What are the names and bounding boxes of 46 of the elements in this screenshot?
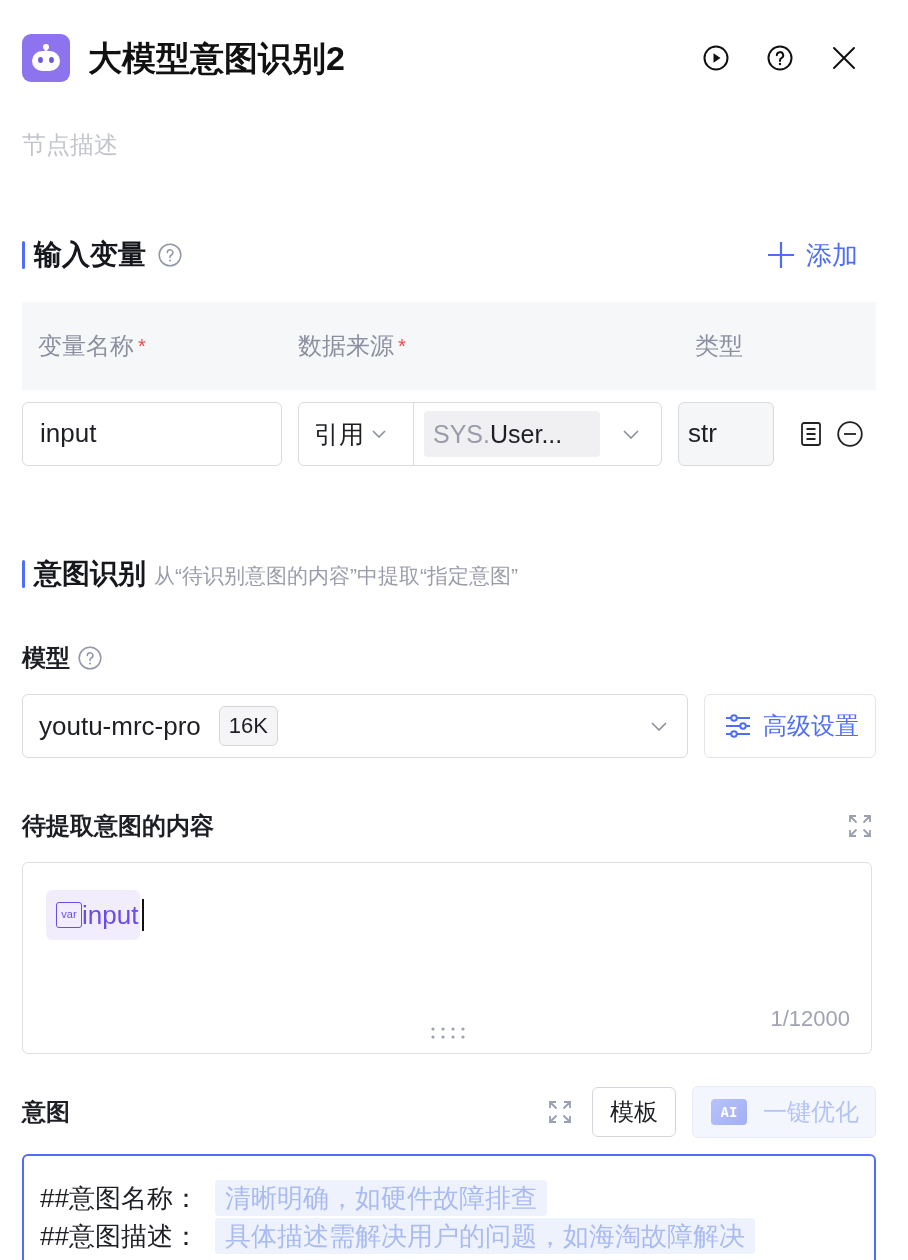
sliders-icon: [725, 714, 751, 738]
variable-name-field[interactable]: input: [22, 402, 282, 466]
intent-hint: 具体描述需解决用户的问题，如海淘故障解决: [214, 1218, 755, 1254]
add-button[interactable]: 添加: [768, 238, 858, 272]
type-field: str: [678, 402, 774, 466]
column-header: 类型: [694, 331, 744, 361]
intent-line-label: ##意图名称：: [40, 1182, 199, 1215]
section-title: 输入变量: [34, 238, 146, 272]
node-title: 大模型意图识别2: [88, 38, 345, 79]
description-field[interactable]: 节点描述: [22, 129, 126, 161]
model-select[interactable]: youtu-mrc-pro 16K: [22, 694, 688, 758]
template-button[interactable]: 模板: [592, 1087, 676, 1137]
intent-line-label: ##意图描述：: [40, 1220, 199, 1253]
help-icon[interactable]: [767, 45, 793, 71]
field-label: 待提取意图的内容: [22, 811, 214, 841]
character-counter: 1/12000: [770, 1005, 850, 1033]
robot-icon: [22, 34, 70, 82]
field-label: 模型: [22, 643, 70, 673]
section-description: 从“待识别意图的内容”中提取“指定意图”: [154, 563, 518, 589]
context-tag: 16K: [218, 706, 278, 746]
source-mode-select[interactable]: 引用: [299, 403, 414, 465]
plus-icon: [768, 242, 794, 268]
resize-handle-icon[interactable]: [430, 1027, 466, 1039]
ai-badge: AI: [711, 1099, 747, 1125]
remove-icon[interactable]: [837, 421, 863, 447]
variable-name: input: [82, 899, 139, 931]
column-header: 数据来源 *: [298, 331, 407, 361]
document-icon[interactable]: [801, 422, 821, 446]
intent-hint: 清晰明确，如硬件故障排查: [214, 1180, 547, 1216]
expand-icon[interactable]: [848, 814, 872, 838]
section-title: 意图识别: [34, 557, 146, 591]
chevron-down-icon: [651, 721, 667, 731]
field-label: 意图: [22, 1097, 70, 1127]
advanced-settings-button[interactable]: 高级设置: [704, 694, 876, 758]
chevron-down-icon: [372, 430, 386, 438]
content-editor[interactable]: var input 1/12000: [22, 862, 872, 1054]
expand-icon[interactable]: [548, 1100, 572, 1124]
source-field[interactable]: 引用 SYS.User...: [298, 402, 662, 466]
var-badge: var: [56, 902, 82, 928]
chevron-down-icon: [623, 429, 639, 439]
accent-bar: [22, 560, 25, 588]
play-circle-icon[interactable]: [703, 45, 729, 71]
accent-bar: [22, 241, 25, 269]
column-header: 变量名称 *: [37, 331, 147, 361]
close-icon[interactable]: [831, 45, 857, 71]
intent-editor[interactable]: ##意图名称： 清晰明确，如硬件故障排查 ##意图描述： 具体描述需解决用户的问题，如海淘故障解决: [22, 1154, 876, 1260]
